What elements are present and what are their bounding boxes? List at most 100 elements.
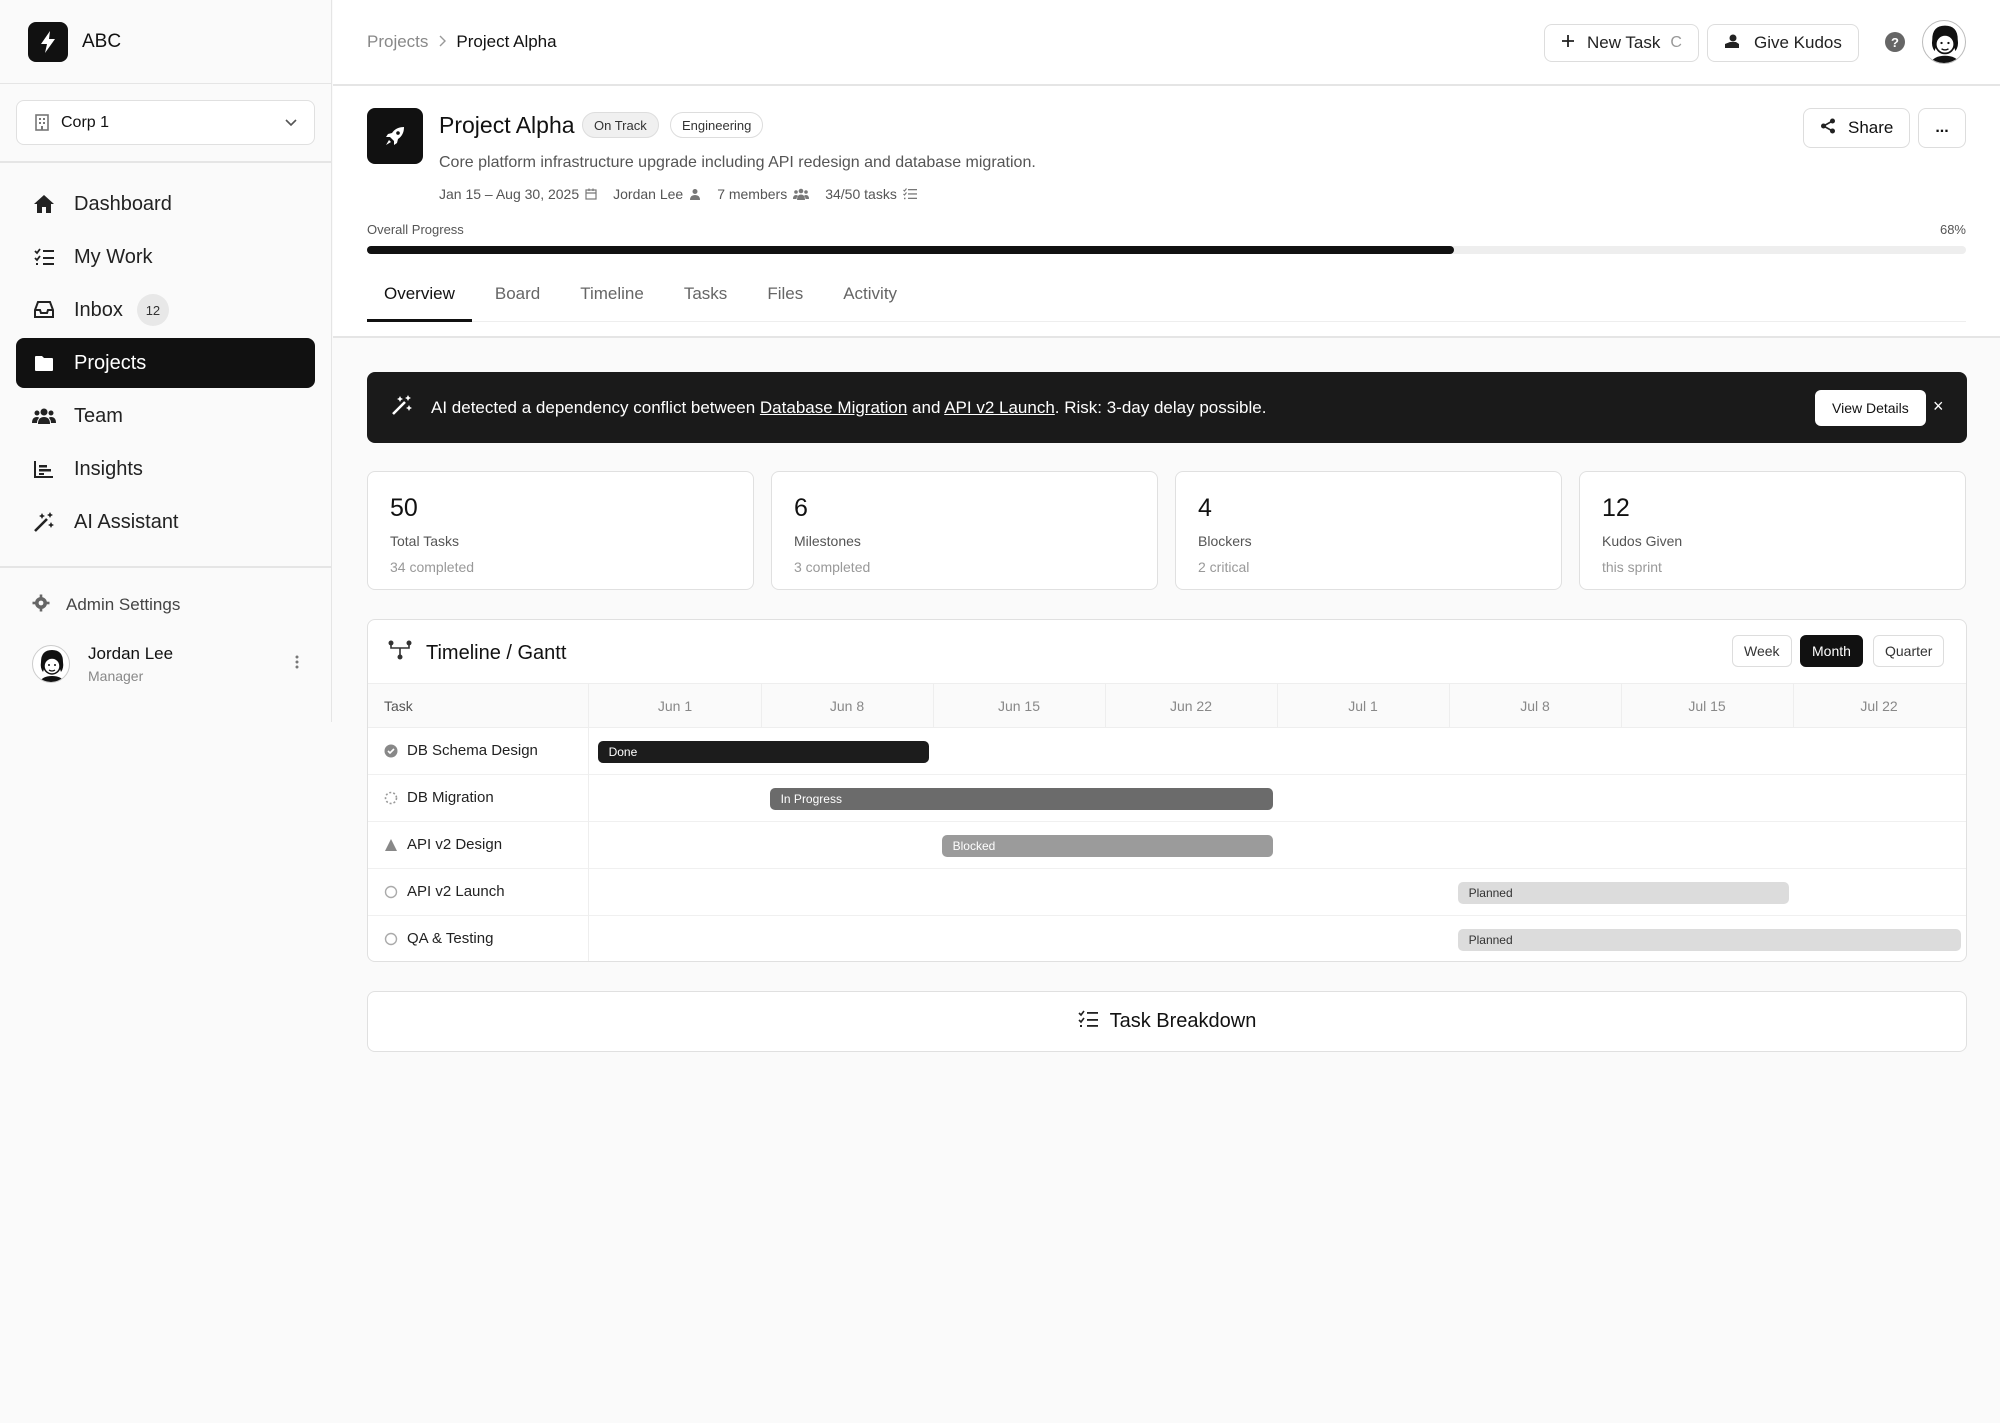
new-task-label: New Task [1587, 33, 1661, 52]
project-description: Core platform infrastructure upgrade inc… [439, 154, 1036, 171]
gantt-rows: DB Schema Design Done DB Migration In Progr… [368, 728, 1966, 961]
tab-overview[interactable]: Overview [367, 282, 472, 322]
sidebar-item-insights[interactable]: Insights [16, 444, 315, 494]
view-month-button[interactable]: Month [1800, 635, 1863, 667]
more-options-button[interactable]: ... [1918, 108, 1966, 148]
gantt-row[interactable]: API v2 Design Blocked [368, 822, 1966, 869]
close-icon[interactable]: × [1933, 396, 1944, 417]
share-button[interactable]: Share [1803, 108, 1911, 148]
help-icon[interactable]: ? [1885, 32, 1905, 52]
week-label: Jul 8 [1520, 698, 1550, 714]
week-divider [1449, 684, 1450, 728]
sidebar-item-label: Dashboard [74, 192, 172, 215]
view-week-button[interactable]: Week [1732, 635, 1792, 667]
sidebar-item-dashboard[interactable]: Dashboard [16, 179, 315, 229]
week-divider [761, 684, 762, 728]
alert-link-api-v2-launch[interactable]: API v2 Launch [944, 398, 1055, 417]
gantt-bar[interactable]: Planned [1457, 929, 1961, 951]
share-icon [1820, 118, 1836, 139]
progress-bar [367, 246, 1966, 254]
tab-files[interactable]: Files [750, 282, 820, 322]
new-task-button[interactable]: New Task C [1544, 24, 1699, 62]
sidebar-item-ai-assistant[interactable]: AI Assistant [16, 497, 315, 547]
admin-settings-label: Admin Settings [66, 595, 181, 614]
admin-settings-link[interactable]: Admin Settings [32, 592, 299, 618]
gantt-bar[interactable]: Planned [1457, 882, 1789, 904]
sidebar-item-inbox[interactable]: Inbox 12 [16, 285, 315, 335]
project-meta: Jan 15 – Aug 30, 2025 Jordan Lee 7 membe… [439, 186, 933, 202]
sidebar-item-label: My Work [74, 245, 153, 268]
project-owner[interactable]: Jordan Lee [613, 186, 701, 202]
task-breakdown-title: Task Breakdown [1109, 1010, 1257, 1032]
hand-heart-icon [1724, 33, 1742, 54]
gantt-divider [588, 684, 589, 961]
calendar-icon [585, 188, 597, 200]
gear-icon [32, 594, 50, 617]
task-column-header: Task [384, 698, 413, 714]
checklist-icon [1078, 1010, 1098, 1034]
sidebar-item-my-work[interactable]: My Work [16, 232, 315, 282]
gantt-bar[interactable]: In Progress [769, 788, 1273, 810]
alert-link-database-migration[interactable]: Database Migration [760, 398, 907, 417]
avatar[interactable] [1922, 20, 1966, 64]
tab-activity[interactable]: Activity [826, 282, 914, 322]
sidebar-footer: Admin Settings Jordan Lee Manager [0, 566, 331, 684]
tasks-text: 34/50 tasks [825, 186, 897, 202]
app-logo-area[interactable]: ABC [0, 0, 331, 84]
gantt-bar[interactable]: Blocked [941, 835, 1273, 857]
alert-middle: and [907, 397, 945, 417]
stat-sub: this sprint [1602, 559, 1662, 575]
sidebar-nav: Dashboard My Work Inbox 12 Projects Team… [0, 163, 331, 547]
gantt-header: Timeline / Gantt Week Month Quarter [368, 620, 1966, 684]
stat-label: Total Tasks [390, 533, 459, 549]
week-divider [1105, 684, 1106, 728]
spinner-icon [384, 791, 398, 805]
check-circle-icon [384, 744, 398, 758]
sidebar-item-team[interactable]: Team [16, 391, 315, 441]
view-details-button[interactable]: View Details [1815, 390, 1926, 426]
task-name: API v2 Design [384, 836, 502, 853]
tab-tasks[interactable]: Tasks [667, 282, 744, 322]
share-label: Share [1848, 118, 1894, 137]
sidebar-item-label: AI Assistant [74, 510, 179, 533]
gantt-title: Timeline / Gantt [388, 640, 566, 666]
gantt-row[interactable]: DB Migration In Progress [368, 775, 1966, 822]
gantt-row[interactable]: API v2 Launch Planned [368, 869, 1966, 916]
give-kudos-button[interactable]: Give Kudos [1707, 24, 1859, 62]
stat-sub: 34 completed [390, 559, 475, 575]
view-quarter-button[interactable]: Quarter [1873, 635, 1945, 667]
gantt-bar[interactable]: Done [597, 741, 929, 763]
task-name: QA & Testing [384, 930, 493, 947]
project-members[interactable]: 7 members [717, 186, 810, 202]
topbar: Projects Project Alpha New Task C Give K… [333, 0, 2000, 86]
warning-icon [384, 838, 398, 852]
chart-icon [32, 457, 56, 481]
breadcrumb: Projects Project Alpha [367, 32, 557, 52]
breadcrumb-projects[interactable]: Projects [367, 32, 428, 52]
more-vertical-icon[interactable] [295, 654, 299, 675]
task-name-text: API v2 Design [407, 836, 503, 853]
building-icon [35, 114, 49, 131]
stat-value: 6 [794, 494, 808, 522]
user-profile[interactable]: Jordan Lee Manager [32, 644, 299, 684]
stat-label: Kudos Given [1602, 533, 1683, 549]
gantt-row[interactable]: QA & Testing Planned [368, 916, 1966, 961]
project-dates: Jan 15 – Aug 30, 2025 [439, 186, 597, 202]
stat-card-kudos: 12 Kudos Given this sprint [1579, 471, 1966, 590]
sidebar-item-label: Inbox [74, 298, 123, 321]
tab-board[interactable]: Board [478, 282, 557, 322]
task-breakdown-card[interactable]: Task Breakdown [367, 991, 1967, 1052]
project-tasks[interactable]: 34/50 tasks [825, 186, 917, 202]
gantt-row[interactable]: DB Schema Design Done [368, 728, 1966, 775]
owner-text: Jordan Lee [613, 186, 684, 202]
stat-value: 12 [1602, 494, 1630, 522]
sidebar-item-projects[interactable]: Projects [16, 338, 315, 388]
tab-timeline[interactable]: Timeline [563, 282, 661, 322]
org-select[interactable]: Corp 1 [16, 100, 315, 145]
week-label: Jun 15 [997, 698, 1041, 714]
gantt-title-text: Timeline / Gantt [426, 641, 567, 664]
user-role: Manager [88, 668, 144, 684]
project-tabs: Overview Board Timeline Tasks Files Acti… [367, 282, 1966, 322]
give-kudos-label: Give Kudos [1754, 33, 1842, 52]
inbox-icon [32, 298, 56, 322]
